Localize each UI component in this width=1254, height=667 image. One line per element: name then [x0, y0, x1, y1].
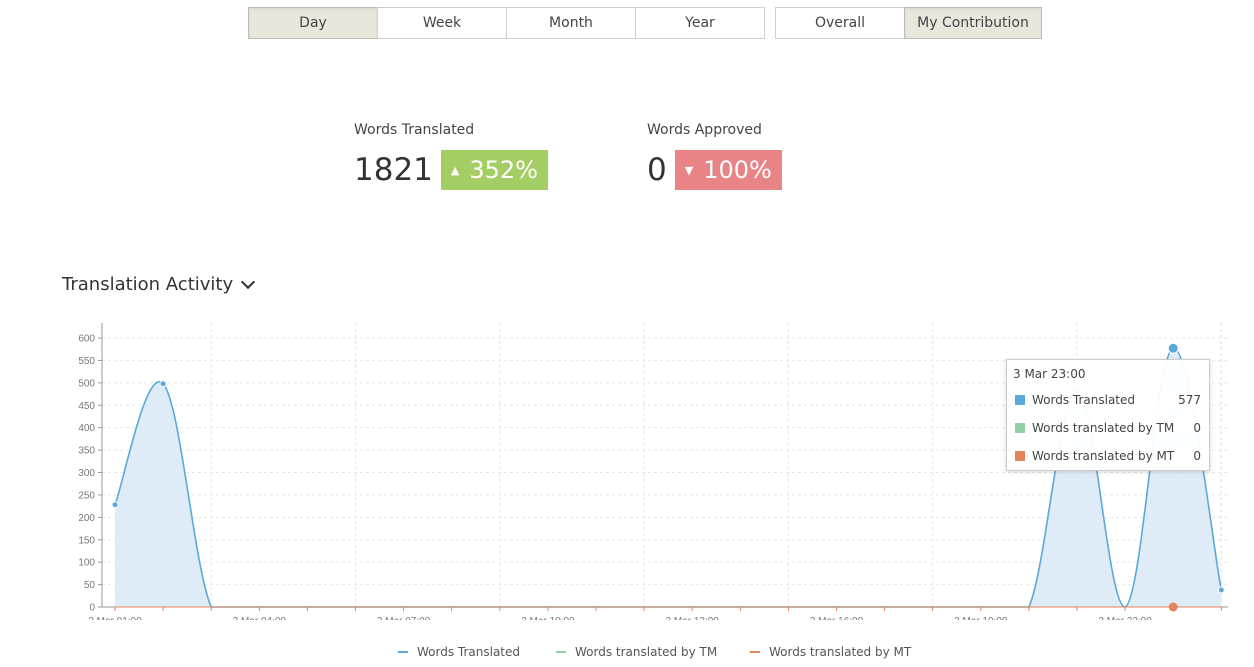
y-tick-label: 200 [78, 513, 95, 524]
words-approved-stat: Words Approved 0 ▼ 100% [647, 122, 782, 190]
words-translated-swatch [1015, 395, 1025, 405]
legend-line-icon [556, 651, 566, 653]
scope-toggle-group: Overall My Contribution [775, 7, 1042, 39]
tooltip-row-value: 0 [1193, 421, 1201, 435]
x-tick-label: 3 Mar 07:00 [377, 616, 431, 620]
x-tick-label: 3 Mar 04:00 [233, 616, 287, 620]
year-button[interactable]: Year [635, 7, 765, 39]
legend-label: Words translated by TM [575, 645, 718, 659]
data-point [111, 501, 119, 509]
words-translated-label: Words Translated [354, 122, 475, 138]
y-tick-label: 550 [78, 356, 95, 367]
y-tick-label: 150 [78, 535, 95, 546]
translation-activity-header[interactable]: Translation Activity [62, 274, 256, 295]
y-tick-label: 250 [78, 490, 95, 501]
words-approved-value: 0 [647, 152, 667, 188]
section-title: Translation Activity [62, 274, 234, 295]
y-tick-label: 450 [78, 401, 95, 412]
words-approved-label: Words Approved [647, 122, 762, 138]
x-tick-label: 3 Mar 22:00 [1098, 616, 1152, 620]
words-translated-change: 352% [469, 156, 538, 184]
words-translated-change-badge: ▲ 352% [440, 150, 548, 190]
legend-item-words-translated[interactable]: Words Translated [398, 645, 520, 659]
week-button[interactable]: Week [377, 7, 507, 39]
period-toggle-group: Day Week Month Year [248, 7, 765, 39]
data-point-mt [1168, 602, 1178, 612]
words-approved-change-badge: ▼ 100% [674, 150, 782, 190]
x-tick-label: 3 Mar 19:00 [954, 616, 1008, 620]
legend-item-words-tm[interactable]: Words translated by TM [556, 645, 717, 659]
chevron-down-icon[interactable] [241, 274, 256, 289]
triangle-up-icon: ▲ [450, 163, 460, 177]
y-tick-label: 500 [78, 378, 95, 389]
legend-label: Words Translated [417, 645, 521, 659]
words-translated-value: 1821 [354, 152, 433, 188]
legend-line-icon [750, 651, 760, 653]
month-button[interactable]: Month [506, 7, 636, 39]
overall-button[interactable]: Overall [775, 7, 905, 39]
tooltip-row-label: Words Translated [1032, 393, 1136, 407]
words-approved-change: 100% [703, 156, 772, 184]
x-tick-label: 3 Mar 10:00 [521, 616, 575, 620]
tooltip-row-value: 577 [1178, 393, 1201, 407]
day-button[interactable]: Day [248, 7, 378, 39]
y-tick-label: 100 [78, 558, 95, 569]
tooltip-row-translated: Words Translated 577 [1015, 393, 1201, 407]
data-point [1217, 586, 1225, 594]
my-contribution-button[interactable]: My Contribution [904, 7, 1042, 39]
tooltip-row-mt: Words translated by MT 0 [1015, 449, 1201, 463]
data-point [159, 380, 167, 388]
x-tick-label: 3 Mar 16:00 [810, 616, 864, 620]
legend-line-icon [398, 651, 408, 653]
tooltip-title: 3 Mar 23:00 [1013, 367, 1086, 381]
tooltip-row-label: Words translated by TM [1032, 421, 1175, 435]
x-tick-label: 3 Mar 01:00 [88, 616, 142, 620]
words-tm-swatch [1015, 423, 1025, 433]
legend-item-words-mt[interactable]: Words translated by MT [750, 645, 911, 659]
tooltip-row-tm: Words translated by TM 0 [1015, 421, 1201, 435]
y-tick-label: 600 [78, 334, 95, 345]
words-translated-stat: Words Translated 1821 ▲ 352% [354, 122, 548, 190]
legend-label: Words translated by MT [769, 645, 912, 659]
chart-tooltip: 3 Mar 23:00 Words Translated 577 Words t… [1006, 359, 1210, 471]
y-tick-label: 50 [84, 580, 96, 591]
tooltip-row-label: Words translated by MT [1032, 449, 1175, 463]
triangle-down-icon: ▼ [684, 163, 694, 177]
y-tick-label: 350 [78, 446, 95, 457]
y-tick-label: 0 [89, 603, 95, 614]
tooltip-row-value: 0 [1193, 449, 1201, 463]
y-tick-label: 400 [78, 423, 95, 434]
y-tick-label: 300 [78, 468, 95, 479]
words-mt-swatch [1015, 451, 1025, 461]
x-tick-label: 3 Mar 13:00 [666, 616, 720, 620]
data-point [1167, 342, 1179, 354]
